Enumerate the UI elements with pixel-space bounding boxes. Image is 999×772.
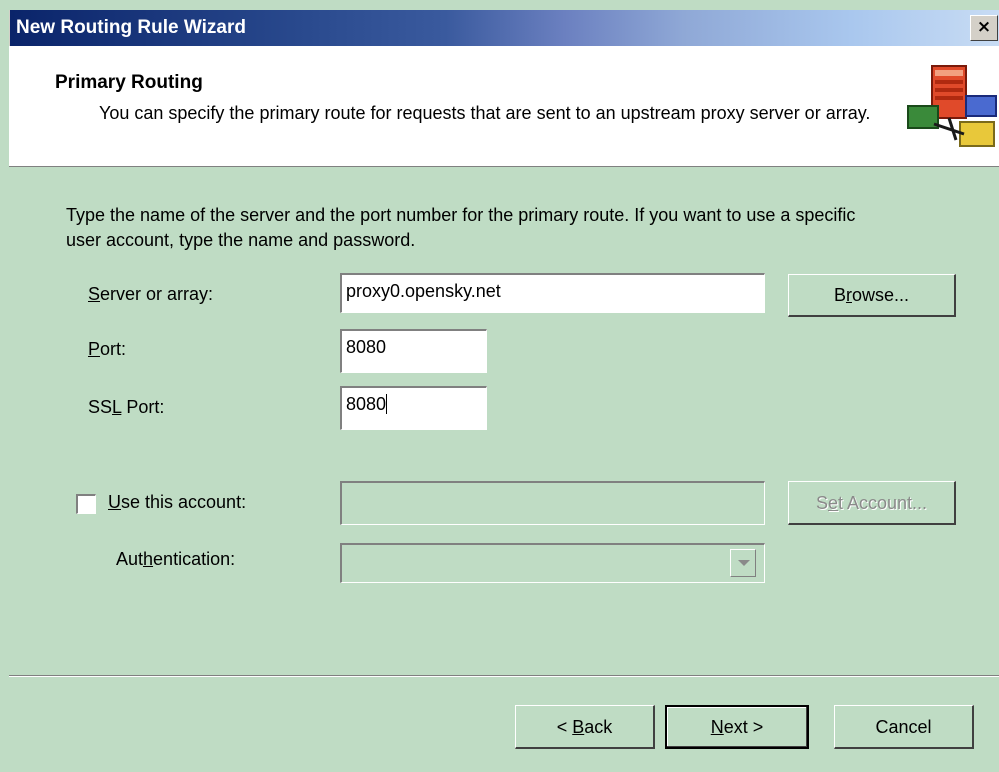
server-input[interactable]: proxy0.opensky.net [340, 273, 765, 313]
text-cursor [386, 394, 388, 414]
close-button[interactable]: × [970, 15, 998, 41]
chevron-down-icon[interactable] [730, 549, 756, 577]
server-label: Server or array: [88, 284, 214, 304]
next-button[interactable]: Next > [665, 705, 809, 749]
browse-button[interactable]: Browse... [788, 274, 956, 317]
page-title: Primary Routing [55, 72, 203, 93]
window-title: New Routing Rule Wizard [16, 17, 246, 38]
authentication-select[interactable] [340, 543, 765, 583]
use-account-checkbox[interactable] [76, 494, 96, 514]
port-input[interactable]: 8080 [340, 329, 487, 373]
ssl-port-label: SSL Port: [88, 397, 165, 417]
back-button[interactable]: < Back [515, 705, 655, 749]
footer-divider [9, 675, 999, 677]
ssl-port-input[interactable]: 8080 [340, 386, 487, 430]
wizard-window: New Routing Rule Wizard × Primary Routin… [0, 0, 999, 772]
wizard-header: Primary Routing You can specify the prim… [9, 46, 999, 167]
authentication-label: Authentication: [116, 549, 236, 569]
title-bar[interactable]: New Routing Rule Wizard × [9, 10, 999, 46]
page-subtitle: You can specify the primary route for re… [99, 103, 871, 123]
use-account-label[interactable]: Use this account: [108, 492, 246, 513]
instructions-text: Type the name of the server and the port… [66, 205, 856, 250]
server-network-icon [907, 65, 997, 147]
port-label: Port: [88, 339, 127, 359]
set-account-button[interactable]: Set Account... [788, 481, 956, 525]
account-input[interactable] [340, 481, 765, 525]
close-icon: × [976, 17, 992, 37]
cancel-button[interactable]: Cancel [834, 705, 974, 749]
